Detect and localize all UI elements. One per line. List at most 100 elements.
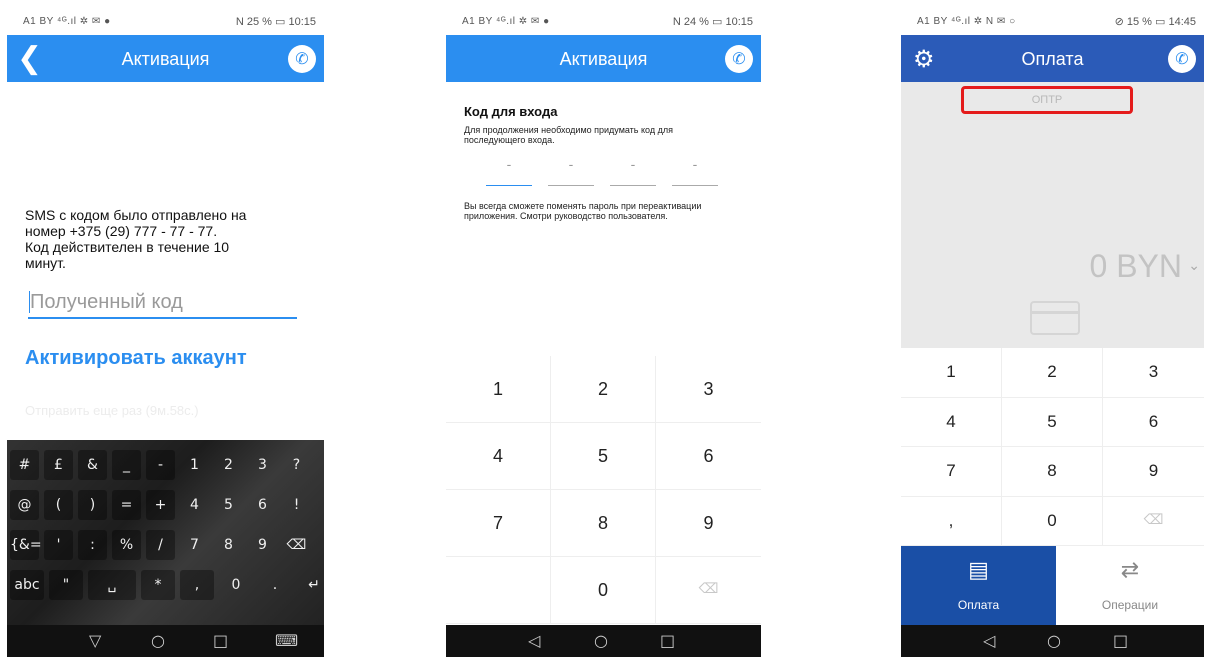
keyboard-key[interactable]: ( [44,490,73,520]
page-title: Активация [559,49,648,69]
keyboard-key[interactable]: 0 [219,570,253,600]
keyboard-key[interactable]: . [258,570,292,600]
keyboard-key[interactable]: 9 [248,530,277,560]
keyboard-key[interactable]: ↵ [297,570,324,600]
keyboard-key[interactable]: ) [78,490,107,520]
keypad-key[interactable]: 6 [1103,398,1204,447]
card-icon[interactable] [1030,301,1080,335]
keyboard-key[interactable]: ' [44,530,73,560]
keyboard-key[interactable]: 3 [248,450,277,480]
keypad-key[interactable]: 5 [551,423,656,490]
tab-operations[interactable]: ⇄ Операции [1056,546,1204,626]
nav-recent-icon[interactable]: □ [213,631,228,650]
keyboard-key[interactable]: , [180,570,214,600]
nav-back-icon[interactable]: ◁ [528,631,540,650]
phone-call-icon[interactable]: ✆ [1168,45,1196,73]
status-right: N 24 % ▭ 10:15 [672,16,753,28]
keyboard-key[interactable]: ⌫ [282,530,311,560]
keyboard-key[interactable]: 4 [180,490,209,520]
nav-recent-icon[interactable]: □ [1113,631,1128,650]
nav-back-icon[interactable]: ◁ [983,631,995,650]
keypad-key[interactable]: 4 [901,397,1002,447]
app-bar: ❮ Активация ✆ [7,35,324,82]
nav-home-icon[interactable]: ○ [151,631,165,650]
tab-payment[interactable]: ▤ Оплата [901,546,1056,626]
pin-digit-4[interactable]: - [672,156,718,186]
nav-back-icon[interactable]: ▽ [89,631,101,650]
keypad-key[interactable]: 2 [1002,348,1103,398]
phone-call-icon[interactable]: ✆ [288,45,316,73]
keypad-key[interactable]: 9 [1103,447,1204,497]
keypad-key[interactable]: 3 [656,356,761,423]
status-bar: A1 BY ⁴ᴳ.ıl ✲ ✉ ● N 24 % ▭ 10:15 [446,8,761,35]
symbol-keyboard: # £ & _ -1 2 3? @() = +4 5 6! {&= ':%/7 8 9 ⌫ abc " ␣ *, 0. ↵ [7,440,324,625]
keypad-key[interactable]: 6 [656,423,761,490]
key-label: 8 [597,512,608,533]
keypad-key[interactable]: 2 [551,356,656,423]
amount-keypad: 1 2 3 4 5 6 7 8 9, 0 ⌫ [901,348,1204,546]
keyboard-row: {&= ':%/7 8 9 ⌫ [7,526,324,564]
status-left: A1 BY ⁴ᴳ.ıl ✲ ✉ ● [462,16,550,27]
keyboard-key[interactable]: * [141,570,175,600]
keyboard-key[interactable]: ␣ [88,570,136,600]
backspace-key[interactable]: ⌫ [656,557,761,624]
keyboard-key[interactable]: 1 [180,450,209,480]
keypad-key[interactable]: 7 [901,447,1002,497]
keyboard-key[interactable]: @ [10,490,39,520]
keyboard-key[interactable]: - [146,450,175,480]
activation-sms-screen: A1 BY ⁴ᴳ.ıl ✲ ✉ ● N 25 % ▭ 10:15 ❮ Актив… [7,8,324,657]
keypad-key[interactable]: 3 [1103,348,1204,398]
keyboard-key[interactable]: 8 [214,530,243,560]
pin-placeholder: - [506,156,512,172]
keypad-key[interactable]: 5 [1002,397,1103,447]
keyboard-key[interactable]: 5 [214,490,243,520]
receipt-icon: ▤ [968,558,989,583]
code-input[interactable] [28,287,297,319]
keyboard-key[interactable]: : [78,530,107,560]
keypad-key[interactable]: 7 [446,490,551,557]
keyboard-key[interactable]: 7 [180,530,209,560]
nav-home-icon[interactable]: ○ [594,631,608,650]
keypad-key[interactable]: 0 [1002,496,1103,546]
keyboard-row: abc " ␣ *, 0. ↵ [7,566,324,604]
status-bar: A1 BY ⁴ᴳ.ıl ✲ N ✉ ○ ⊘ 15 % ▭ 14:45 [901,8,1204,35]
keyboard-icon[interactable]: ⌨ [275,631,298,650]
nav-home-icon[interactable]: ○ [1047,631,1061,650]
pin-placeholder: - [692,156,698,172]
chevron-down-icon[interactable]: ⌄ [1188,258,1200,274]
keypad-key[interactable]: 8 [551,490,656,557]
keyboard-key[interactable]: + [146,490,175,520]
keyboard-key[interactable]: abc [10,570,44,600]
keyboard-key[interactable]: = [112,490,141,520]
keyboard-key[interactable]: & [78,450,107,480]
backspace-key[interactable]: ⌫ [1103,497,1204,546]
keyboard-key[interactable]: £ [44,450,73,480]
pin-digit-3[interactable]: - [610,156,656,186]
merchant-field[interactable]: ОПТР [961,86,1133,114]
pin-heading: Код для входа [464,104,558,119]
keyboard-key[interactable]: _ [112,450,141,480]
keyboard-key[interactable]: ! [282,490,311,520]
pin-digit-2[interactable]: - [548,156,594,186]
keypad-key[interactable]: 4 [446,423,551,490]
nav-recent-icon[interactable]: □ [660,631,675,650]
keyboard-key[interactable]: 2 [214,450,243,480]
keyboard-key[interactable]: 6 [248,490,277,520]
keypad-key[interactable]: 9 [656,490,761,557]
keyboard-key[interactable]: / [146,530,175,560]
keyboard-key[interactable]: " [49,570,83,600]
keypad-key[interactable]: 0 [551,557,656,624]
keypad-key[interactable]: 1 [901,348,1002,398]
keyboard-key[interactable]: % [112,530,141,560]
pin-digit-1[interactable]: - [486,156,532,186]
phone-call-icon[interactable]: ✆ [725,45,753,73]
keyboard-key[interactable]: ? [282,450,311,480]
keyboard-key[interactable]: {&= [10,530,42,560]
pin-placeholder: - [568,156,574,172]
keypad-key[interactable]: , [901,496,1002,546]
keyboard-key[interactable]: # [10,450,39,480]
keypad-key[interactable]: 1 [446,356,551,423]
keypad-key[interactable]: 8 [1002,447,1103,497]
activate-account-button[interactable]: Активировать аккаунт [25,347,247,370]
tab-label: Операции [1101,598,1159,612]
